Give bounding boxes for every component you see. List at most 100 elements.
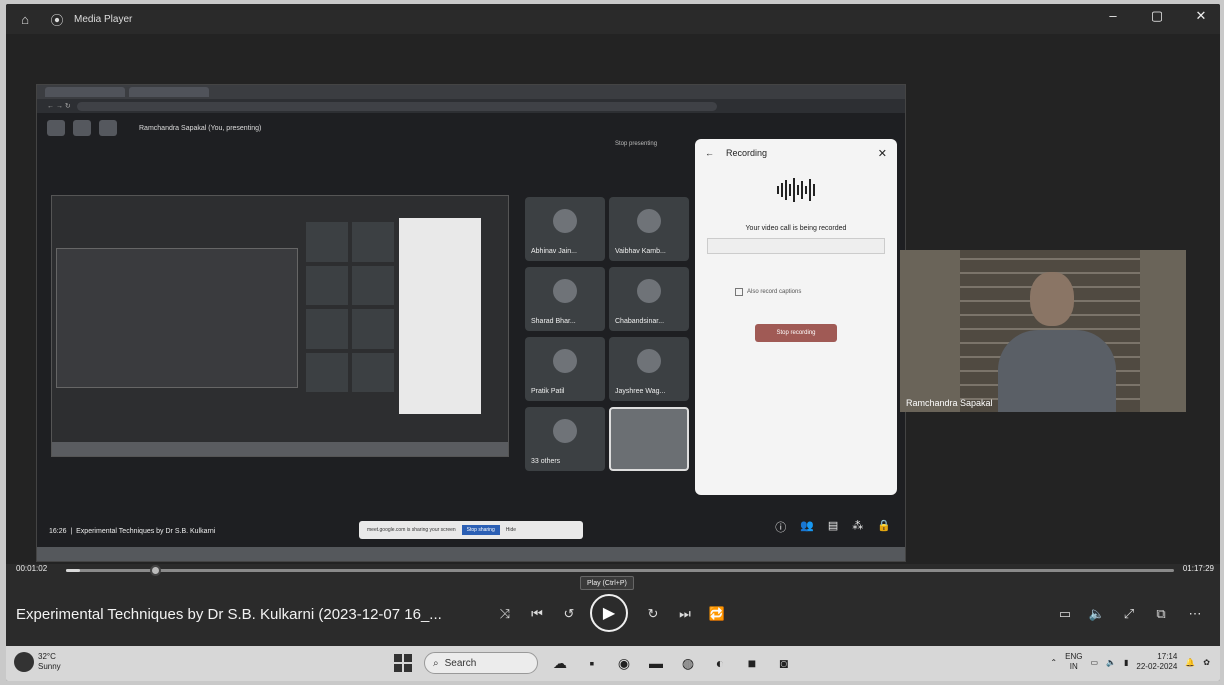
repeat-icon[interactable]: 🔁 — [706, 606, 728, 622]
nested-tiles — [306, 222, 394, 392]
windows-taskbar: 32°C Sunny ⌕ Search ☁ ▪ ◉ ▬ ◍ ◐ ■ ◙ ⌃ EN… — [6, 646, 1220, 681]
seek-progress — [66, 569, 81, 572]
chat-app-icon[interactable]: ◉ — [614, 653, 634, 673]
nested-recording-panel — [399, 218, 481, 414]
weather-widget[interactable]: 32°C Sunny — [14, 652, 61, 672]
back-arrow-icon: ← — [705, 148, 714, 158]
previous-icon[interactable]: ⏮ — [526, 606, 548, 622]
language-select — [707, 238, 885, 254]
notification-bell-icon[interactable]: 🔔 — [1185, 658, 1195, 667]
taskbar-search[interactable]: ⌕ Search — [424, 652, 538, 674]
play-tooltip: Play (Ctrl+P) — [580, 576, 634, 590]
next-icon[interactable]: ⏭ — [674, 606, 696, 622]
checkbox-icon — [735, 288, 743, 296]
participant-tile: Vaibhav Kamb... — [609, 197, 689, 261]
media-player-taskbar-icon[interactable]: ◙ — [774, 653, 794, 673]
chat-icon: ▤ — [827, 520, 839, 532]
widgets-icon[interactable]: ☁ — [550, 653, 570, 673]
avatar — [553, 209, 577, 233]
play-button[interactable]: ▶ — [590, 594, 628, 632]
skip-back-icon[interactable]: ↺ — [558, 606, 580, 622]
title-bar: ⌂ ⦿ Media Player – ▢ ✕ — [6, 4, 1220, 34]
clock-time: 17:14 — [1157, 652, 1178, 661]
avatar — [637, 209, 661, 233]
recording-title: Recording — [726, 148, 768, 158]
chevron-up-icon[interactable]: ⌃ — [1050, 658, 1057, 667]
more-icon[interactable]: ⋯ — [1184, 606, 1206, 622]
person-body — [998, 330, 1116, 412]
participant-tile: Abhinav Jain... — [525, 197, 605, 261]
participant-tile: Chabandsinar... — [609, 267, 689, 331]
start-icon[interactable] — [394, 654, 412, 672]
participant-name: Sharad Bhar... — [531, 318, 576, 325]
recording-message: Your video call is being recorded — [745, 225, 847, 232]
meet-layout-button — [47, 120, 65, 136]
chrome-icon[interactable]: ◐ — [710, 653, 730, 673]
current-time: 00:01:02 — [16, 564, 48, 573]
meet-footer: 16:26 | Experimental Techniques by Dr S.… — [49, 528, 216, 535]
file-explorer-icon[interactable]: ▬ — [646, 653, 666, 673]
participant-tile: Sharad Bhar... — [525, 267, 605, 331]
lang-code: ENG — [1065, 652, 1083, 661]
volume-icon[interactable]: 🔈 — [1086, 606, 1108, 622]
seek-thumb[interactable] — [150, 565, 162, 576]
meet-layout-button — [99, 120, 117, 136]
cast-icon[interactable]: ⧉ — [1150, 606, 1172, 622]
avatar — [553, 349, 577, 373]
language-indicator[interactable]: ENG IN — [1065, 652, 1082, 672]
participant-name: Vaibhav Kamb... — [615, 248, 666, 255]
participant-name: Chabandsinar... — [615, 318, 665, 325]
avatar — [637, 349, 661, 373]
copilot-icon[interactable]: ✿ — [1203, 658, 1210, 667]
miniplayer-icon[interactable]: ▭ — [1054, 606, 1076, 622]
weather-icon — [14, 652, 34, 672]
task-view-icon[interactable]: ▪ — [582, 653, 602, 673]
avatar — [637, 279, 661, 303]
video-frame[interactable]: ← → ↻ Ramchandra Sapakal (You, presentin… — [6, 34, 1220, 564]
avatar — [553, 419, 577, 443]
participant-name: 33 others — [531, 458, 561, 465]
close-button[interactable]: ✕ — [1190, 8, 1212, 24]
participant-name: Pratik Patil — [531, 388, 565, 395]
skip-forward-icon[interactable]: ↻ — [642, 606, 664, 622]
stop-recording-button: Stop recording — [755, 324, 837, 342]
participant-tile: Jayshree Wag... — [609, 337, 689, 401]
person-head — [1030, 272, 1074, 326]
network-icon[interactable]: ▭ — [1090, 658, 1098, 667]
lang-region: IN — [1069, 662, 1078, 671]
battery-icon[interactable]: ▮ — [1124, 658, 1128, 667]
nested-screen-inner — [56, 248, 298, 388]
store-icon[interactable]: ■ — [742, 653, 762, 673]
meet-title: Experimental Techniques by Dr S.B. Kulka… — [76, 528, 216, 535]
maximize-button[interactable]: ▢ — [1146, 8, 1168, 24]
speaker-icon[interactable]: 🔈 — [1106, 658, 1116, 667]
edge-icon[interactable]: ◍ — [678, 653, 698, 673]
avatar — [553, 279, 577, 303]
captions-label: Also record captions — [747, 289, 802, 295]
hide-button: Hide — [505, 527, 517, 533]
clock[interactable]: 17:14 22-02-2024 — [1136, 652, 1177, 672]
weather-desc: Sunny — [38, 662, 61, 671]
video-title: Experimental Techniques by Dr S.B. Kulka… — [16, 606, 442, 623]
participant-tile: Pratik Patil — [525, 337, 605, 401]
participant-tile-others: 33 others — [525, 407, 605, 471]
minimize-button[interactable]: – — [1102, 8, 1124, 24]
home-icon[interactable]: ⌂ — [12, 6, 38, 32]
info-icon: ⓘ — [775, 522, 787, 534]
seek-bar[interactable] — [66, 565, 1174, 576]
nested-taskbar — [52, 442, 508, 456]
stop-presenting-label: Stop presenting — [615, 141, 658, 147]
clock-date: 22-02-2024 — [1136, 662, 1178, 671]
browser-tab — [45, 87, 125, 97]
meet-side-icons: ⓘ 👥 ▤ ⁂ 🔒 — [775, 519, 891, 535]
activities-icon: ⁂ — [852, 520, 864, 532]
total-time: 01:17:29 — [1182, 564, 1214, 573]
nested-shared-screen — [51, 195, 509, 457]
shuffle-icon[interactable]: ⤨ — [494, 606, 516, 622]
presenting-label: Ramchandra Sapakal (You, presenting) — [139, 124, 262, 132]
lock-icon: 🔒 — [877, 520, 891, 532]
fullscreen-icon[interactable]: ⤢ — [1118, 606, 1140, 622]
participant-name: Abhinav Jain... — [531, 248, 577, 255]
media-player-icon: ⦿ — [50, 12, 64, 28]
webcam-name-label: Ramchandra Sapakal — [906, 398, 993, 408]
